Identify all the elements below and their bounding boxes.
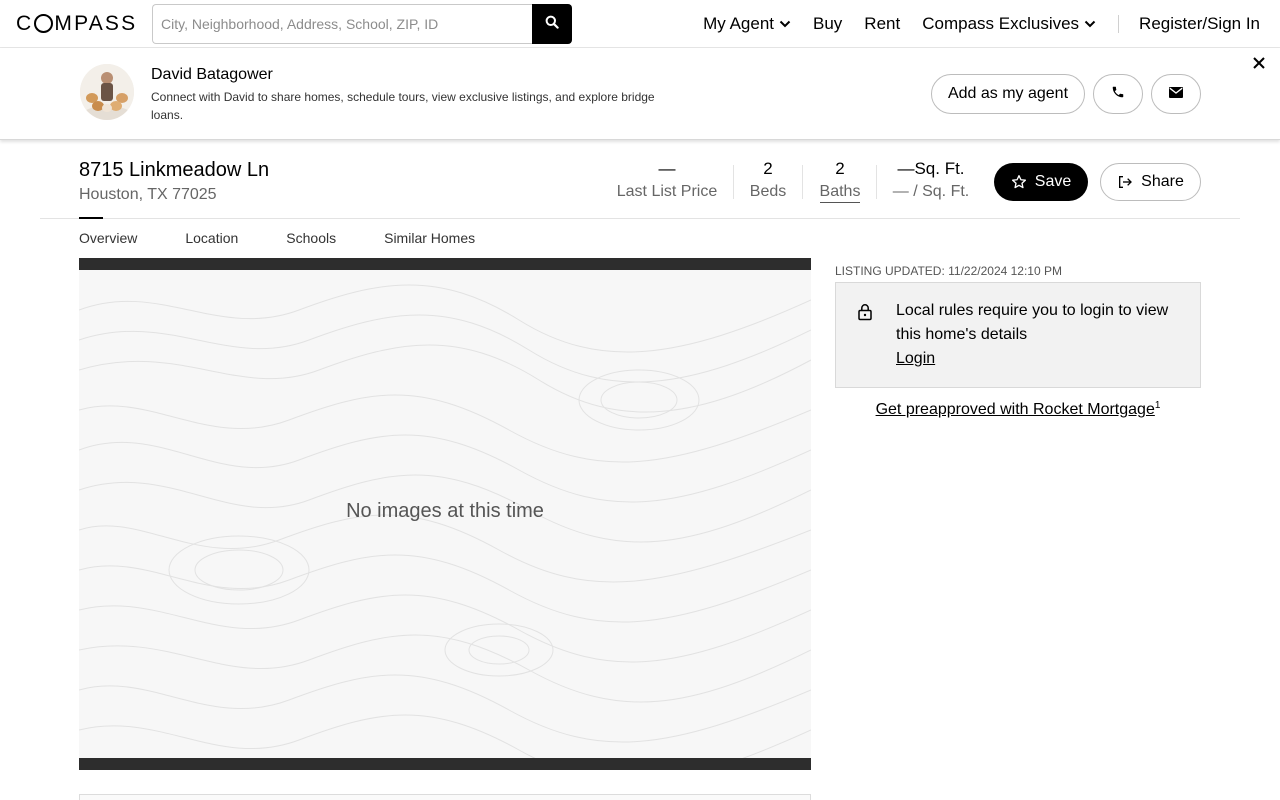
login-link[interactable]: Login bbox=[896, 347, 935, 371]
compass-logo[interactable]: C MPASS bbox=[16, 12, 137, 36]
add-as-my-agent-button[interactable]: Add as my agent bbox=[931, 74, 1085, 114]
stat-price-label: Last List Price bbox=[616, 183, 718, 200]
mail-icon bbox=[1169, 85, 1183, 103]
save-button[interactable]: Save bbox=[994, 163, 1088, 201]
tabs-divider bbox=[40, 218, 1240, 219]
phone-icon bbox=[1111, 85, 1125, 104]
listing-street-address: 8715 Linkmeadow Ln bbox=[79, 159, 270, 181]
stat-divider bbox=[876, 165, 877, 199]
listing-tabs: Overview Location Schools Similar Homes bbox=[79, 230, 475, 246]
close-banner-button[interactable] bbox=[1250, 56, 1268, 74]
add-agent-label: Add as my agent bbox=[947, 85, 1069, 102]
nav-compass-exclusives[interactable]: Compass Exclusives bbox=[922, 14, 1096, 34]
stat-sqft-label: — / Sq. Ft. bbox=[892, 183, 970, 200]
mortgage-cta: Get preapproved with Rocket Mortgage1 bbox=[835, 400, 1201, 419]
stat-square-feet: —Sq. Ft. — / Sq. Ft. bbox=[887, 159, 975, 201]
save-label: Save bbox=[1034, 173, 1072, 190]
details-section bbox=[79, 794, 811, 800]
stat-beds-value: 2 bbox=[763, 159, 773, 178]
agent-avatar bbox=[80, 64, 134, 120]
stat-divider bbox=[733, 165, 734, 199]
login-required-panel: Local rules require you to login to view… bbox=[835, 282, 1201, 388]
stat-baths[interactable]: 2 Baths bbox=[815, 159, 865, 203]
nav-rent[interactable]: Rent bbox=[864, 14, 900, 34]
nav-my-agent-label: My Agent bbox=[703, 14, 774, 33]
agent-description: Connect with David to share homes, sched… bbox=[151, 90, 655, 122]
star-icon bbox=[1011, 174, 1027, 190]
tab-location[interactable]: Location bbox=[185, 230, 238, 246]
tab-overview[interactable]: Overview bbox=[79, 230, 137, 246]
listing-city-address: Houston, TX 77025 bbox=[79, 186, 217, 203]
stat-divider bbox=[802, 165, 803, 199]
nav-exclusives-label: Compass Exclusives bbox=[922, 14, 1080, 33]
stat-last-list-price: — Last List Price bbox=[612, 159, 722, 201]
top-navigation: CMPASS My Agent Buy Rent Compass Exclusi… bbox=[0, 0, 1280, 48]
chevron-down-icon bbox=[1084, 20, 1096, 28]
nav-register-sign-in[interactable]: Register/Sign In bbox=[1139, 14, 1260, 34]
email-agent-button[interactable] bbox=[1151, 74, 1201, 114]
agent-name: David Batagower bbox=[151, 66, 273, 83]
stat-sqft-value: —Sq. Ft. bbox=[897, 159, 965, 178]
nav-buy[interactable]: Buy bbox=[813, 14, 842, 34]
search-input[interactable] bbox=[152, 4, 532, 44]
no-images-message: No images at this time bbox=[346, 500, 544, 522]
login-required-message: Local rules require you to login to view… bbox=[896, 302, 1169, 343]
share-label: Share bbox=[1141, 173, 1184, 190]
stat-baths-label-wrap: Baths bbox=[815, 183, 865, 203]
stat-price-value: — bbox=[658, 159, 676, 178]
nav-buy-label: Buy bbox=[813, 14, 843, 33]
search-icon bbox=[545, 15, 559, 34]
search-bar bbox=[152, 4, 572, 44]
share-button[interactable]: Share bbox=[1100, 163, 1201, 201]
tab-similar-homes[interactable]: Similar Homes bbox=[384, 230, 475, 246]
nav-my-agent[interactable]: My Agent bbox=[703, 14, 791, 34]
active-tab-indicator bbox=[79, 217, 103, 219]
footnote-marker: 1 bbox=[1154, 400, 1161, 411]
gallery-placeholder: No images at this time bbox=[79, 270, 811, 758]
nav-rent-label: Rent bbox=[864, 14, 901, 33]
nav-links: My Agent Buy Rent Compass Exclusives Reg… bbox=[703, 0, 1260, 48]
agent-banner: David Batagower Connect with David to sh… bbox=[0, 48, 1280, 140]
listing-updated: LISTING UPDATED: 11/22/2024 12:10 PM bbox=[835, 264, 1062, 278]
nav-register-label: Register/Sign In bbox=[1139, 14, 1260, 33]
rocket-mortgage-link[interactable]: Get preapproved with Rocket Mortgage bbox=[876, 401, 1155, 418]
tab-schools[interactable]: Schools bbox=[286, 230, 336, 246]
nav-divider bbox=[1118, 15, 1120, 33]
stat-baths-value: 2 bbox=[835, 159, 845, 178]
logo-text: C MPASS bbox=[16, 12, 138, 35]
stat-beds: 2 Beds bbox=[745, 159, 791, 201]
close-icon bbox=[1253, 56, 1265, 74]
photo-gallery[interactable]: No images at this time bbox=[79, 258, 811, 770]
share-icon bbox=[1117, 174, 1133, 190]
search-button[interactable] bbox=[532, 4, 572, 44]
stat-baths-label: Baths bbox=[819, 183, 861, 203]
stat-beds-label: Beds bbox=[749, 183, 787, 200]
lock-icon bbox=[857, 303, 873, 326]
chevron-down-icon bbox=[779, 20, 791, 28]
call-agent-button[interactable] bbox=[1093, 74, 1143, 114]
